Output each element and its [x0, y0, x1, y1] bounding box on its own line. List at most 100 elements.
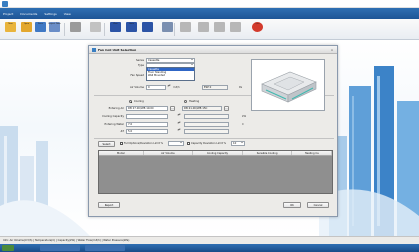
delta-t-label: ΔT — [120, 130, 124, 133]
heating-radio[interactable] — [184, 100, 187, 103]
toolbar-button-label: Units — [128, 23, 135, 25]
city-skyline-left-image — [0, 126, 90, 236]
cooling-capacity-spinner[interactable]: ▲▼ — [177, 114, 181, 119]
toolbar-separator — [174, 23, 175, 36]
esp-input[interactable]: ESP 0 — [202, 85, 228, 90]
ok-button[interactable]: OK — [283, 202, 301, 208]
type-option[interactable]: Wall Mounted — [147, 74, 194, 77]
delta-t-heating-input[interactable] — [184, 129, 229, 134]
toolbar-button-plan[interactable]: Plan — [108, 22, 123, 38]
dialog-icon — [92, 47, 96, 52]
entering-water-unit: C — [242, 123, 244, 126]
capacity-deviation-value: 10 — [233, 142, 237, 145]
toolbar: New Open Save Project Data Plan Units Quit — [0, 19, 419, 40]
chevron-down-icon: ▼ — [241, 142, 243, 144]
entering-air-cooling-browse-button[interactable]: … — [170, 106, 175, 111]
toolbar-button-quit[interactable]: Quit — [250, 22, 265, 38]
column-header-cooling-capacity[interactable]: Cooling Capacity — [193, 151, 243, 155]
delta-t-spinner[interactable]: ▲▼ — [177, 129, 181, 134]
report-button[interactable]: Report — [98, 202, 120, 208]
toolbar-button-project-data[interactable]: Project Data — [47, 22, 62, 38]
app-titlebar — [0, 0, 419, 8]
toolbar-button-open-folder[interactable]: Open — [19, 22, 34, 38]
menu-settings[interactable]: Settings — [44, 12, 56, 16]
unit-picture — [251, 59, 325, 111]
menu-view[interactable]: View — [64, 12, 71, 16]
report-icon — [198, 22, 209, 32]
entering-water-spinner[interactable]: ▲▼ — [177, 122, 181, 127]
cooling-capacity-label: Cooling Capacity — [102, 115, 124, 118]
app-logo-icon — [2, 1, 8, 7]
equipment-icon — [142, 22, 153, 32]
cooling-radio[interactable] — [129, 100, 132, 103]
toolbar-button-wizard[interactable] — [88, 22, 103, 38]
toolbar-button-print[interactable] — [178, 22, 193, 38]
toolbar-button-label: Open — [23, 23, 30, 25]
esp-unit: Pa — [239, 86, 243, 89]
entering-air-cooling-field[interactable]: DB 27.0C/WB 19.0C — [126, 106, 168, 111]
start-button[interactable] — [2, 245, 14, 251]
capacity-deviation-select[interactable]: 10 ▼ — [231, 141, 245, 146]
column-header-model[interactable]: Model — [99, 151, 144, 155]
full-options-label: Full Options/Deviation Limit % — [124, 142, 164, 145]
toolbar-button-report[interactable] — [196, 22, 211, 38]
entering-air-heating-browse-button[interactable]: … — [224, 106, 229, 111]
toolbar-button-units[interactable]: Units — [124, 22, 139, 38]
chevron-down-icon: ▼ — [191, 59, 193, 61]
taskbar-app-button[interactable] — [85, 245, 125, 251]
air-volume-label: Air Volume — [129, 86, 144, 89]
menu-documents[interactable]: Documents — [20, 12, 37, 16]
delta-t-input[interactable]: 5.0 — [126, 129, 168, 134]
column-header-air-volume[interactable]: Air Volume — [144, 151, 194, 155]
air-volume-unit: m3/h — [173, 86, 180, 89]
divider — [94, 138, 334, 139]
capacity-deviation-label: Capacity Deviation Limit % — [191, 142, 227, 145]
cassette-unit-image — [261, 71, 317, 103]
toolbar-button-outdoor-unit[interactable] — [160, 22, 175, 38]
capacity-deviation-checkbox[interactable] — [187, 142, 190, 145]
air-volume-spinner[interactable]: ▲▼ — [167, 85, 171, 90]
taskbar — [0, 244, 419, 252]
toolbar-button-equipment[interactable] — [140, 22, 155, 38]
chevron-down-icon: ▼ — [180, 142, 182, 144]
toolbar-button-info[interactable] — [228, 22, 243, 38]
toolbar-button-save[interactable]: Save — [33, 22, 48, 38]
column-header-heating-capacity[interactable]: Heating Ca — [292, 151, 332, 155]
entering-air-heating-field[interactable]: DB 21.0C/WB 15C — [182, 106, 222, 111]
entering-water-heating-input[interactable] — [184, 122, 229, 127]
select-button[interactable]: Select — [98, 141, 115, 147]
toolbar-separator — [104, 23, 105, 36]
full-options-checkbox[interactable] — [120, 142, 123, 145]
results-table[interactable]: Model Air Volume Cooling Capacity Sensib… — [98, 150, 333, 194]
taskbar-app-button[interactable] — [40, 245, 80, 251]
type-label: Type — [138, 64, 144, 67]
wizard-icon — [90, 22, 101, 32]
print-icon — [180, 22, 191, 32]
entering-air-label: Entering Air — [108, 107, 124, 110]
tools-icon — [70, 22, 81, 32]
heating-label: Heating — [189, 100, 200, 103]
type-dropdown-list: Cassette Floor Standing Wall Mounted — [146, 67, 195, 81]
dialog-title: Fan Coil Unit Selection — [98, 47, 137, 52]
status-text: Info: Air Volume(m3/h) | Temperature(C) … — [3, 239, 130, 242]
toolbar-button-tools[interactable] — [68, 22, 83, 38]
column-header-sensible-cooling[interactable]: Sensible Cooling — [243, 151, 293, 155]
info-icon — [230, 22, 241, 32]
heating-capacity-input[interactable] — [184, 114, 229, 119]
toolbar-button-label: Save — [38, 23, 43, 25]
menu-project[interactable]: Project — [3, 12, 13, 16]
toolbar-button-label: New — [8, 23, 13, 25]
cooling-capacity-input[interactable] — [126, 114, 168, 119]
close-icon[interactable]: × — [329, 47, 335, 52]
full-options-deviation-select[interactable]: ▼ — [168, 141, 184, 146]
cancel-button[interactable]: Cancel — [307, 202, 329, 208]
air-volume-input[interactable]: 0 — [146, 85, 166, 90]
toolbar-button-delete[interactable] — [212, 22, 227, 38]
entering-water-input[interactable]: 7.0 — [126, 122, 168, 127]
toolbar-button-label: Project Data — [48, 23, 61, 25]
series-value: Cassette — [148, 59, 160, 62]
statusbar: Info: Air Volume(m3/h) | Temperature(C) … — [0, 236, 419, 244]
cooling-label: Cooling — [134, 100, 144, 103]
toolbar-button-new-file[interactable]: New — [3, 22, 18, 38]
outdoor-unit-icon — [162, 22, 173, 32]
